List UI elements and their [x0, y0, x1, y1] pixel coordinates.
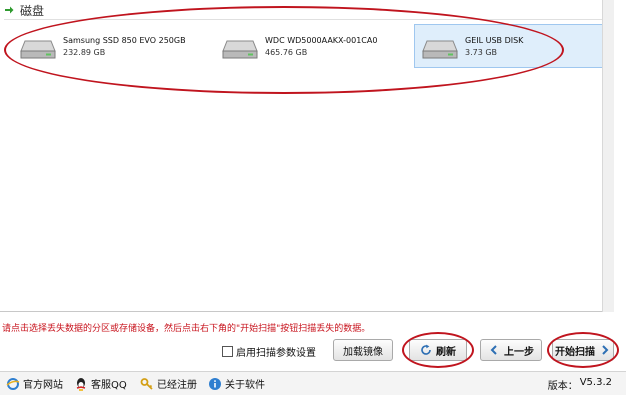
status-bar: 官方网站 客服QQ 已经注册 关于软件 版本： V5.3.2	[0, 371, 626, 395]
refresh-icon	[421, 344, 431, 355]
instruction-hint: 请点击选择丢失数据的分区或存储设备，然后点击右下角的"开始扫描"按钮扫描丢失的数…	[2, 324, 371, 334]
refresh-label: 刷新	[436, 346, 456, 358]
back-button[interactable]: 上一步	[480, 339, 542, 361]
usb-drive-icon	[422, 40, 458, 59]
info-icon	[209, 377, 221, 390]
about-link[interactable]: 关于软件	[208, 376, 265, 391]
qq-link[interactable]: 客服QQ	[74, 376, 127, 391]
section-header: 磁盘	[4, 2, 44, 18]
disk-name: GEIL USB DISK	[465, 35, 524, 45]
arrow-right-icon	[5, 6, 14, 14]
disk-name: Samsung SSD 850 EVO 250GB	[63, 35, 186, 45]
chevron-left-icon	[490, 345, 497, 355]
load-image-button[interactable]: 加载镜像	[333, 339, 393, 361]
start-scan-button[interactable]: 开始扫描	[552, 339, 614, 361]
registered-link[interactable]: 已经注册	[140, 376, 197, 391]
start-scan-label: 开始扫描	[555, 346, 595, 358]
action-bar: 启用扫描参数设置 加载镜像 刷新 上一步 开始扫描	[0, 332, 626, 368]
internet-explorer-icon	[6, 377, 20, 390]
load-image-label: 加载镜像	[343, 346, 383, 358]
disk-name: WDC WD5000AAKX-001CA0	[265, 35, 378, 45]
scan-settings-label: 启用扫描参数设置	[236, 348, 316, 359]
disk-item-wdc[interactable]: WDC WD5000AAKX-001CA0 465.76 GB	[214, 24, 410, 68]
scan-settings-checkbox[interactable]	[222, 346, 233, 357]
registered-label: 已经注册	[157, 380, 197, 391]
section-title: 磁盘	[20, 3, 45, 18]
key-icon	[140, 377, 153, 390]
qq-label: 客服QQ	[91, 380, 127, 391]
vertical-scrollbar[interactable]	[602, 0, 614, 312]
scan-settings-toggle[interactable]: 启用扫描参数设置	[222, 344, 316, 359]
back-label: 上一步	[504, 346, 534, 358]
version-info: 版本： V5.3.2	[548, 377, 612, 392]
disk-item-geil-usb[interactable]: GEIL USB DISK 3.73 GB	[414, 24, 610, 68]
section-divider	[4, 19, 604, 20]
disk-size: 465.76 GB	[265, 47, 308, 57]
website-label: 官方网站	[23, 380, 63, 391]
about-label: 关于软件	[225, 380, 265, 391]
disk-item-samsung[interactable]: Samsung SSD 850 EVO 250GB 232.89 GB	[12, 24, 208, 68]
qq-penguin-icon	[76, 377, 86, 391]
version-label: 版本：	[547, 381, 578, 392]
refresh-button[interactable]: 刷新	[409, 339, 467, 361]
disk-list-panel: 磁盘 Samsung SSD 850 EVO 250GB 232.89 GB W…	[0, 0, 614, 312]
website-link[interactable]: 官方网站	[6, 376, 63, 391]
disk-size: 3.73 GB	[465, 47, 498, 57]
chevron-right-icon	[602, 345, 609, 355]
hard-drive-icon	[20, 40, 56, 59]
disk-size: 232.89 GB	[63, 47, 106, 57]
version-value: V5.3.2	[579, 377, 612, 388]
hard-drive-icon	[222, 40, 258, 59]
